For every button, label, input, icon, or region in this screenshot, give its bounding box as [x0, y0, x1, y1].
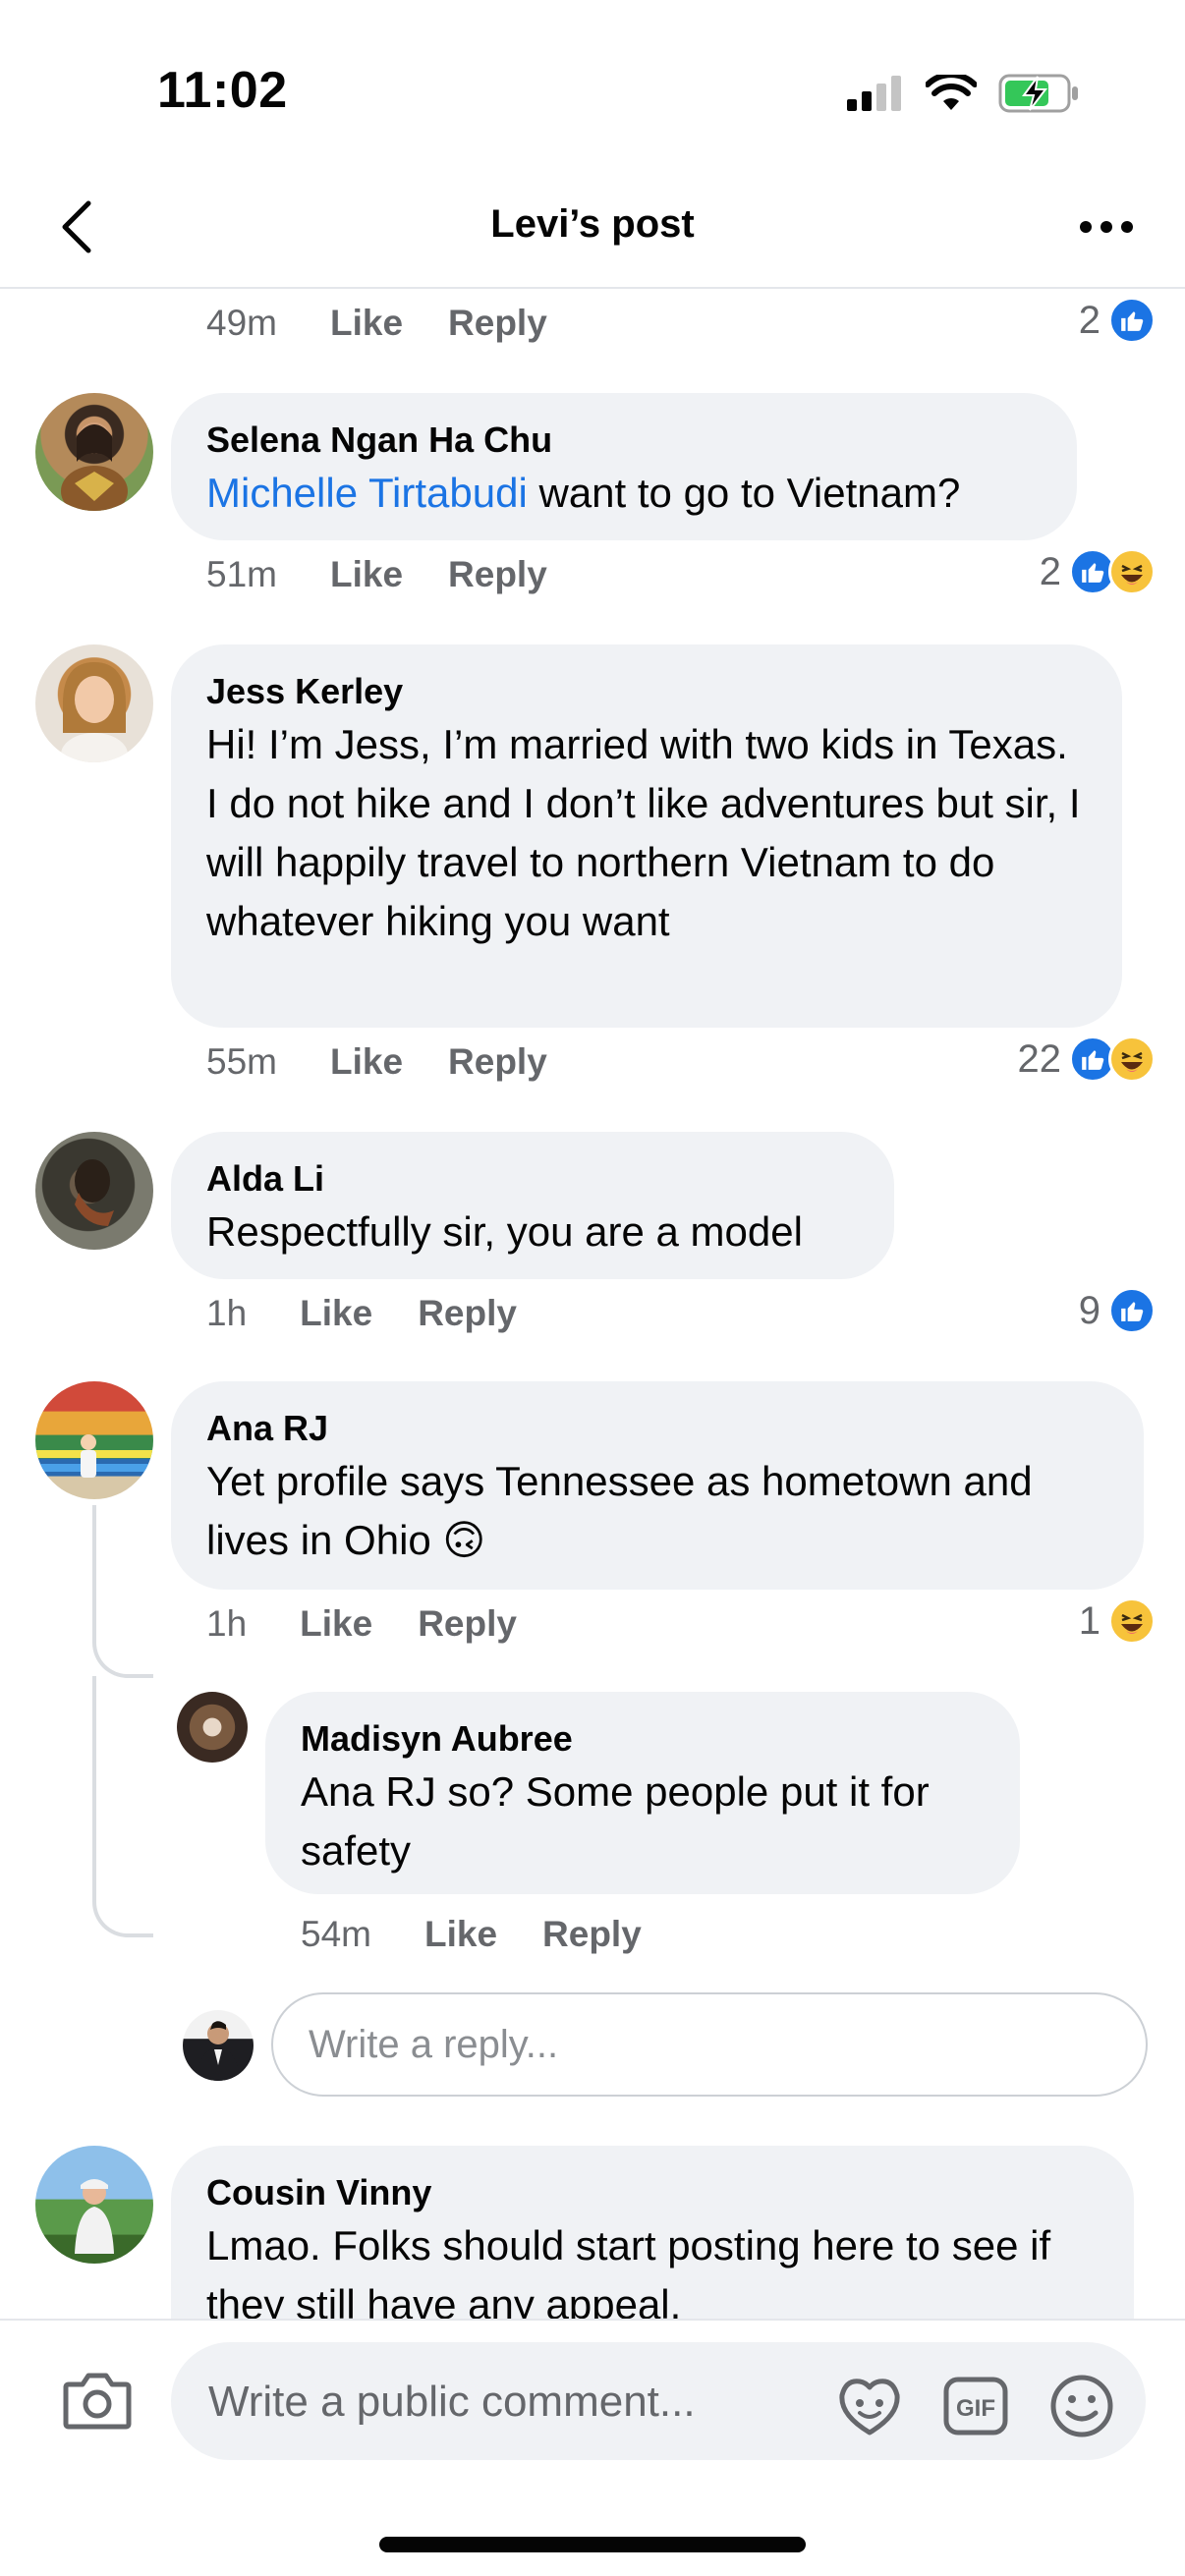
thread-connector	[92, 1880, 153, 1937]
status-icons	[847, 73, 1081, 114]
avatar-sticker-button[interactable]	[835, 2372, 904, 2440]
comment-text: Michelle Tirtabudi want to go to Vietnam…	[206, 464, 1042, 523]
reaction-summary[interactable]: 22	[1017, 1036, 1156, 1083]
reaction-count: 1	[1078, 1598, 1100, 1643]
like-button[interactable]: Like	[424, 1914, 497, 1955]
emoji-icon	[1050, 2375, 1113, 2437]
haha-reaction-icon	[1108, 548, 1156, 595]
gif-button[interactable]: GIF	[941, 2372, 1010, 2440]
avatar[interactable]	[35, 393, 153, 511]
thread-line	[92, 1505, 96, 1623]
comment-meta: 1h Like Reply	[206, 1293, 562, 1334]
wifi-icon	[926, 75, 977, 110]
comment-time: 51m	[206, 554, 277, 594]
thread-connector	[92, 1621, 153, 1678]
comments-list: 49m Like Reply 2 Selena Ngan Ha Chu Mich…	[0, 289, 1185, 2319]
reply-meta: 54m Like Reply	[301, 1914, 687, 1955]
reaction-summary[interactable]: 1	[1079, 1597, 1156, 1645]
like-button[interactable]: Like	[330, 1041, 403, 1083]
comment-time: 49m	[206, 303, 277, 343]
comment-time: 1h	[206, 1293, 248, 1333]
camera-button[interactable]	[57, 2360, 138, 2440]
reaction-summary[interactable]: 2	[1040, 548, 1156, 595]
reply-time: 54m	[301, 1914, 371, 1954]
emoji-button[interactable]	[1047, 2372, 1116, 2440]
reply-author[interactable]: Madisyn Aubree	[301, 1715, 985, 1763]
current-user-avatar	[183, 2010, 254, 2081]
reply-button[interactable]: Reply	[448, 303, 547, 344]
avatar[interactable]	[35, 1132, 153, 1250]
signal-icon	[847, 76, 901, 111]
comment-bubble[interactable]: Selena Ngan Ha Chu Michelle Tirtabudi wa…	[171, 393, 1077, 540]
reply-bubble[interactable]: Madisyn Aubree Ana RJ so? Some people pu…	[265, 1692, 1020, 1894]
comment-meta: 51m Like Reply	[206, 554, 592, 595]
reaction-count: 2	[1039, 549, 1061, 593]
comment-meta: 55m Like Reply	[206, 1041, 592, 1083]
comment-meta: 1h Like Reply	[206, 1603, 562, 1645]
mention-link[interactable]: Michelle Tirtabudi	[206, 470, 528, 516]
like-button[interactable]: Like	[300, 1603, 372, 1645]
comment-time: 55m	[206, 1041, 277, 1082]
reply-text: Ana RJ so? Some people put it for safety	[301, 1768, 930, 1874]
haha-reaction-icon	[1108, 1597, 1156, 1645]
status-bar: 11:02	[0, 0, 1185, 187]
comment-text: Respectfully sir, you are a model	[206, 1208, 803, 1255]
like-button[interactable]: Like	[330, 303, 403, 344]
reply-button[interactable]: Reply	[542, 1914, 642, 1955]
avatar[interactable]	[35, 2146, 153, 2264]
status-time: 11:02	[157, 62, 288, 119]
battery-charging-icon	[998, 74, 1078, 113]
comment-author[interactable]: Cousin Vinny	[206, 2169, 1099, 2216]
like-button[interactable]: Like	[330, 554, 403, 595]
comment-author[interactable]: Selena Ngan Ha Chu	[206, 417, 1042, 464]
reaction-count: 22	[1017, 1036, 1062, 1081]
reply-button[interactable]: Reply	[418, 1293, 517, 1334]
avatar[interactable]	[35, 644, 153, 762]
more-options-button[interactable]	[1067, 202, 1146, 252]
comment-text: Lmao. Folks should start posting here to…	[206, 2222, 1051, 2319]
comment-author[interactable]: Alda Li	[206, 1155, 859, 1203]
comment-bubble[interactable]: Alda Li Respectfully sir, you are a mode…	[171, 1132, 894, 1279]
reply-button[interactable]: Reply	[448, 554, 547, 595]
avatar[interactable]	[35, 1381, 153, 1499]
thread-line	[92, 1676, 96, 1882]
reaction-summary[interactable]: 2	[1079, 297, 1156, 344]
reply-input[interactable]: Write a reply...	[271, 1992, 1148, 2097]
gif-icon: GIF	[943, 2377, 1008, 2436]
page-title: Levi’s post	[490, 202, 695, 246]
haha-reaction-icon	[1108, 1036, 1156, 1083]
comment-meta: 49m Like Reply	[206, 303, 592, 344]
reply-button[interactable]: Reply	[418, 1603, 517, 1645]
comment-text: Hi! I’m Jess, I’m married with two kids …	[206, 721, 1081, 944]
more-horizontal-icon	[1080, 221, 1133, 233]
camera-icon	[63, 2373, 132, 2430]
like-button[interactable]: Like	[300, 1293, 372, 1334]
comment-author[interactable]: Jess Kerley	[206, 668, 1087, 715]
comment-bubble[interactable]: Ana RJ Yet profile says Tennessee as hom…	[171, 1381, 1144, 1590]
like-reaction-icon	[1108, 297, 1156, 344]
comment-text: Yet profile says Tennessee as hometown a…	[206, 1458, 1033, 1563]
avatar-sticker-icon	[839, 2379, 900, 2436]
comment-input-placeholder: Write a public comment...	[208, 2378, 696, 2426]
comment-text-body: want to go to Vietnam?	[527, 470, 961, 516]
comment-time: 1h	[206, 1603, 248, 1644]
avatar[interactable]	[177, 1692, 248, 1763]
like-reaction-icon	[1108, 1287, 1156, 1334]
comment-input[interactable]: Write a public comment... GIF	[171, 2342, 1146, 2460]
reply-input-placeholder: Write a reply...	[309, 2022, 559, 2066]
reply-button[interactable]: Reply	[448, 1041, 547, 1083]
reaction-summary[interactable]: 9	[1079, 1287, 1156, 1334]
comment-author[interactable]: Ana RJ	[206, 1405, 1108, 1452]
home-indicator[interactable]	[379, 2537, 806, 2552]
comment-bubble[interactable]: Cousin Vinny Lmao. Folks should start po…	[171, 2146, 1134, 2319]
reaction-count: 9	[1078, 1288, 1100, 1332]
reaction-count: 2	[1078, 298, 1100, 342]
gif-label: GIF	[956, 2395, 995, 2422]
post-header: Levi’s post	[0, 167, 1185, 289]
comment-bubble[interactable]: Jess Kerley Hi! I’m Jess, I’m married wi…	[171, 644, 1122, 1028]
